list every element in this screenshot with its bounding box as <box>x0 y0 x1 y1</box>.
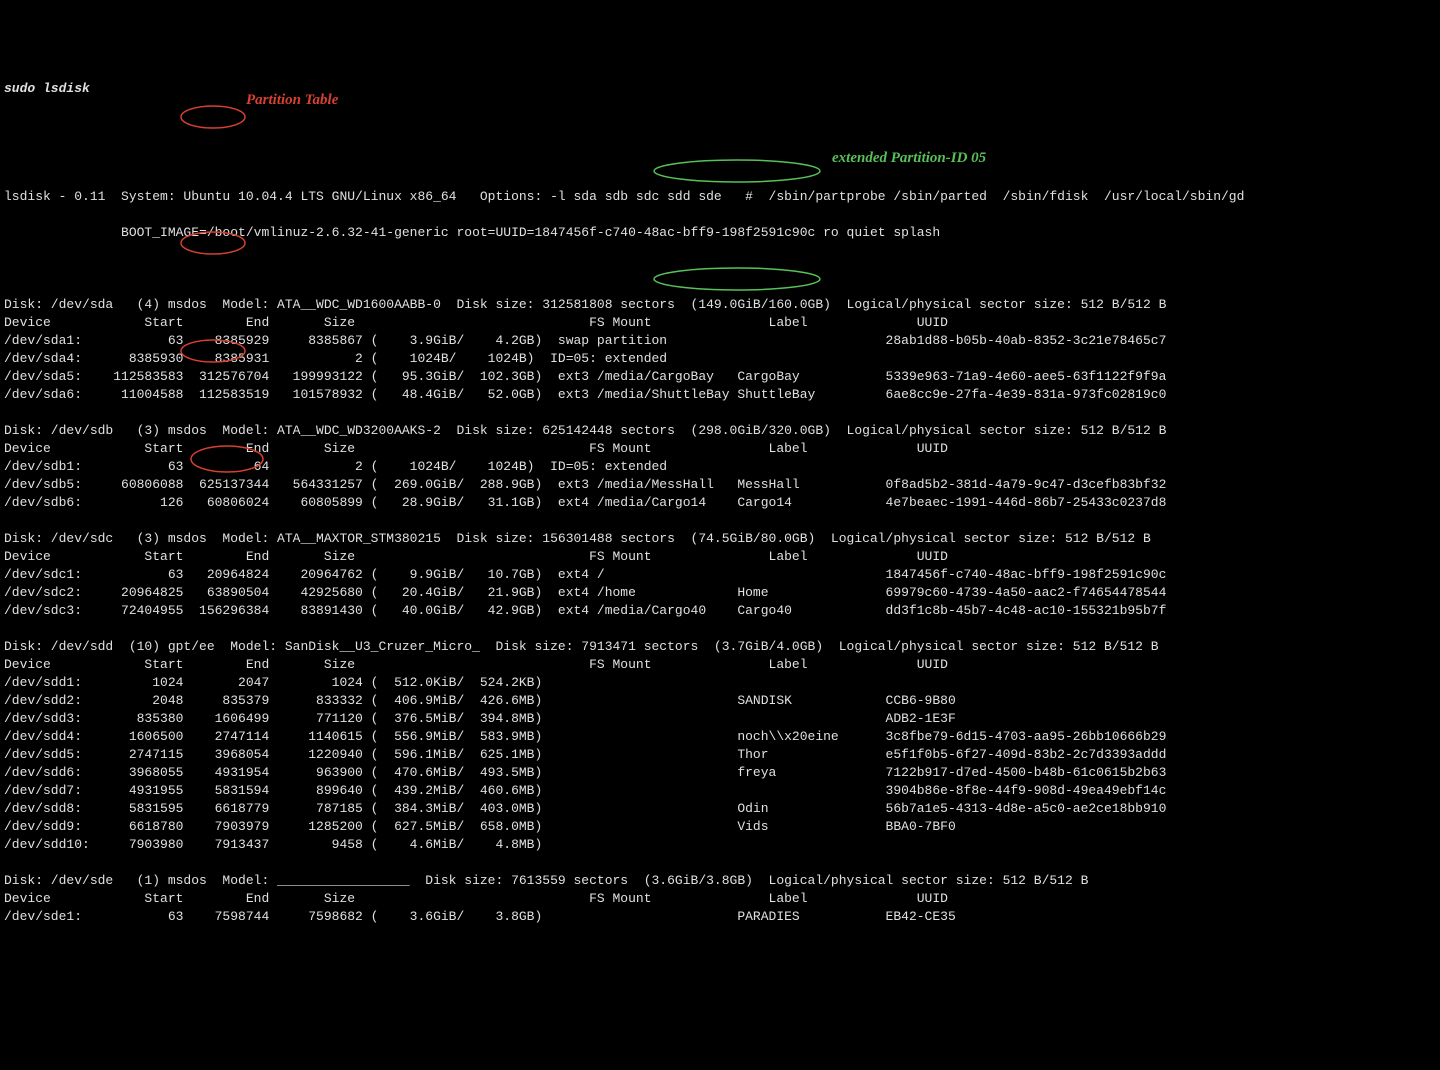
partition-row: /dev/sde1: 63 7598744 7598682 ( 3.6GiB/ … <box>4 908 1436 926</box>
partition-row: /dev/sdc3: 72404955 156296384 83891430 (… <box>4 602 1436 620</box>
disk-list: Disk: /dev/sda (4) msdos Model: ATA__WDC… <box>4 296 1436 944</box>
blank-line <box>4 116 1436 134</box>
partition-row: /dev/sdd7: 4931955 5831594 899640 ( 439.… <box>4 782 1436 800</box>
blank-line <box>4 404 1436 422</box>
disk-header: Disk: /dev/sda (4) msdos Model: ATA__WDC… <box>4 296 1436 314</box>
partition-row: /dev/sdb1: 63 64 2 ( 1024B/ 1024B) ID=05… <box>4 458 1436 476</box>
partition-row: /dev/sdd9: 6618780 7903979 1285200 ( 627… <box>4 818 1436 836</box>
partition-row: /dev/sda6: 11004588 112583519 101578932 … <box>4 386 1436 404</box>
blank-line <box>4 152 1436 170</box>
disk-header: Disk: /dev/sde (1) msdos Model: ________… <box>4 872 1436 890</box>
disk-header: Disk: /dev/sdb (3) msdos Model: ATA__WDC… <box>4 422 1436 440</box>
header-system: lsdisk - 0.11 System: Ubuntu 10.04.4 LTS… <box>4 188 1436 206</box>
disk-header: Disk: /dev/sdc (3) msdos Model: ATA__MAX… <box>4 530 1436 548</box>
column-header: Device Start End Size FS Mount Label UUI… <box>4 314 1436 332</box>
partition-row: /dev/sdd3: 835380 1606499 771120 ( 376.5… <box>4 710 1436 728</box>
partition-row: /dev/sda1: 63 8385929 8385867 ( 3.9GiB/ … <box>4 332 1436 350</box>
column-header: Device Start End Size FS Mount Label UUI… <box>4 440 1436 458</box>
partition-row: /dev/sdd5: 2747115 3968054 1220940 ( 596… <box>4 746 1436 764</box>
partition-row: /dev/sda5: 112583583 312576704 199993122… <box>4 368 1436 386</box>
partition-row: /dev/sdd4: 1606500 2747114 1140615 ( 556… <box>4 728 1436 746</box>
column-header: Device Start End Size FS Mount Label UUI… <box>4 656 1436 674</box>
blank-line <box>4 512 1436 530</box>
partition-row: /dev/sdd8: 5831595 6618779 787185 ( 384.… <box>4 800 1436 818</box>
partition-row: /dev/sdd2: 2048 835379 833332 ( 406.9MiB… <box>4 692 1436 710</box>
partition-row: /dev/sdb6: 126 60806024 60805899 ( 28.9G… <box>4 494 1436 512</box>
command-line: sudo lsdisk <box>4 80 1436 98</box>
blank-line <box>4 260 1436 278</box>
header-bootimage: BOOT_IMAGE=/boot/vmlinuz-2.6.32-41-gener… <box>4 224 1436 242</box>
blank-line <box>4 926 1436 944</box>
partition-row: /dev/sdc1: 63 20964824 20964762 ( 9.9GiB… <box>4 566 1436 584</box>
column-header: Device Start End Size FS Mount Label UUI… <box>4 890 1436 908</box>
partition-row: /dev/sdd6: 3968055 4931954 963900 ( 470.… <box>4 764 1436 782</box>
partition-row: /dev/sdc2: 20964825 63890504 42925680 ( … <box>4 584 1436 602</box>
column-header: Device Start End Size FS Mount Label UUI… <box>4 548 1436 566</box>
partition-row: /dev/sdd10: 7903980 7913437 9458 ( 4.6Mi… <box>4 836 1436 854</box>
partition-row: /dev/sdd1: 1024 2047 1024 ( 512.0KiB/ 52… <box>4 674 1436 692</box>
blank-line <box>4 620 1436 638</box>
disk-header: Disk: /dev/sdd (10) gpt/ee Model: SanDis… <box>4 638 1436 656</box>
partition-row: /dev/sda4: 8385930 8385931 2 ( 1024B/ 10… <box>4 350 1436 368</box>
blank-line <box>4 854 1436 872</box>
partition-row: /dev/sdb5: 60806088 625137344 564331257 … <box>4 476 1436 494</box>
